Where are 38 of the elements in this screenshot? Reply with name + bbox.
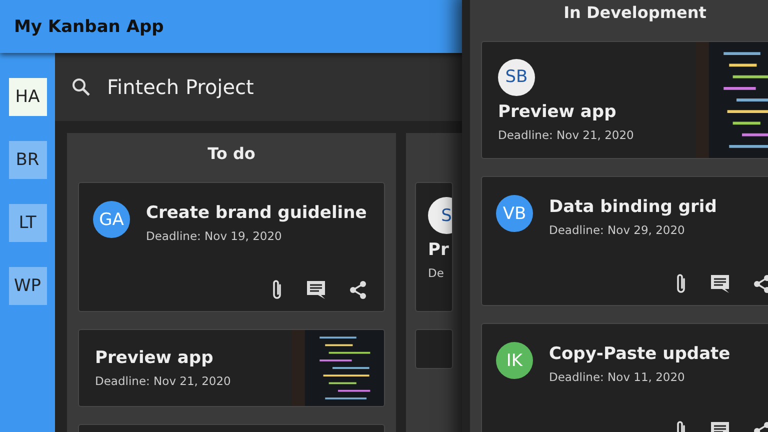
avatar: SB: [498, 58, 535, 96]
card-title: Preview app: [498, 102, 618, 122]
project-tab[interactable]: HA: [8, 78, 46, 116]
project-tab[interactable]: WP: [8, 267, 46, 305]
card-deadline: De: [428, 266, 445, 280]
paperclip-icon[interactable]: [674, 273, 688, 295]
card-title: Create brand guideline: [146, 203, 367, 223]
avatar: GA: [93, 201, 130, 238]
avatar: IK: [496, 342, 533, 379]
comment-icon[interactable]: [306, 280, 326, 300]
paperclip-icon[interactable]: [270, 279, 284, 301]
avatar: S: [428, 197, 452, 234]
comment-icon[interactable]: [710, 274, 730, 294]
card-deadline: Deadline: Nov 11, 2020: [549, 370, 686, 384]
project-tab[interactable]: LT: [8, 204, 46, 242]
task-card[interactable]: VB Data binding grid Deadline: Nov 29, 2020: [481, 176, 768, 306]
card-title: Pr: [428, 240, 450, 260]
search-field[interactable]: Fintech Project: [107, 75, 407, 99]
task-card[interactable]: GA Create brand guideline Deadline: Nov 19, 2020: [78, 182, 385, 312]
share-icon[interactable]: [752, 274, 768, 294]
card-deadline: Deadline: Nov 21, 2020: [95, 374, 232, 388]
column-title: To do: [206, 143, 256, 165]
task-card[interactable]: SB Preview app Deadline: Nov 21, 2020: [481, 41, 768, 159]
project-tab[interactable]: BR: [8, 141, 46, 179]
task-card[interactable]: S Pr De: [415, 182, 453, 312]
card-title: Data binding grid: [549, 197, 717, 217]
avatar: VB: [496, 195, 533, 232]
card-deadline: Deadline: Nov 21, 2020: [498, 128, 635, 142]
card-title: Copy-Paste update: [549, 344, 730, 364]
app-title: My Kanban App: [14, 16, 164, 36]
column-title: In Development: [562, 2, 708, 24]
card-title: Preview app: [95, 348, 214, 368]
task-card[interactable]: IK Copy-Paste update Deadline: Nov 11, 2020: [481, 323, 768, 432]
share-icon[interactable]: [348, 280, 368, 300]
search-icon[interactable]: [71, 77, 91, 97]
card-deadline: Deadline: Nov 19, 2020: [146, 229, 283, 243]
card-deadline: Deadline: Nov 29, 2020: [549, 223, 686, 237]
task-card[interactable]: Preview app Deadline: Nov 21, 2020: [78, 329, 385, 407]
